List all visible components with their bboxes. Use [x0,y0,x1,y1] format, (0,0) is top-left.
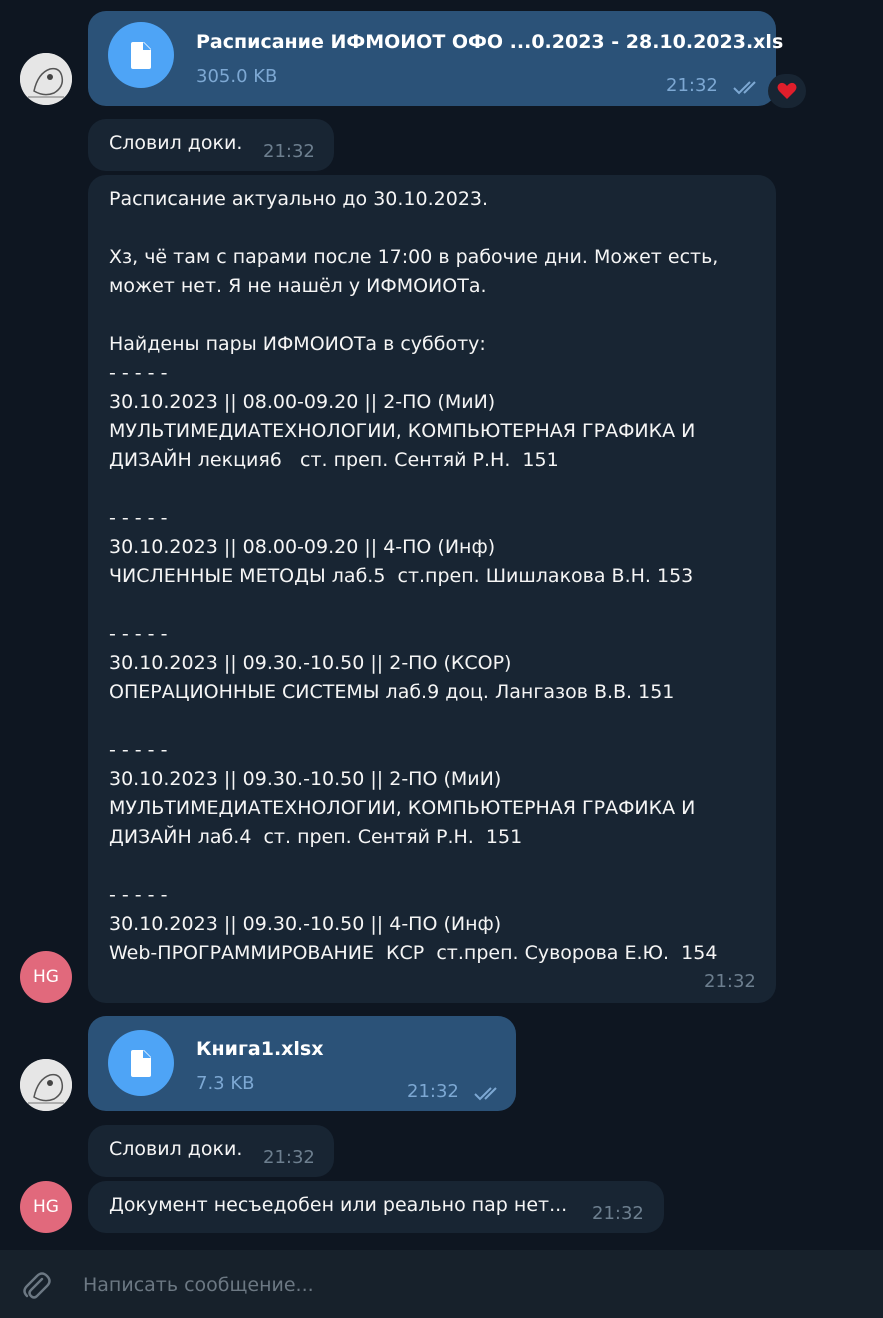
message-time: 21:32 [704,971,756,992]
message-text: Расписание актуально до 30.10.2023. Хз, … [109,188,719,964]
message-time: 21:32 [407,1081,459,1102]
message-input-bar: Написать сообщение... [0,1250,883,1318]
text-message[interactable]: Расписание актуально до 30.10.2023. Хз, … [88,175,776,1003]
file-size: 305.0 KB [196,66,278,87]
heart-icon [777,82,797,99]
file-message[interactable]: Расписание ИФМОИОТ ОФО ...0.2023 - 28.10… [88,11,783,106]
file-name[interactable]: Расписание ИФМОИОТ ОФО ...0.2023 - 28.10… [196,31,783,53]
reaction-badge[interactable] [768,74,806,108]
message-time: 21:32 [666,75,718,96]
message-input[interactable]: Написать сообщение... [83,1274,314,1296]
file-name[interactable]: Книга1.xlsx [196,1038,324,1060]
user-avatar[interactable] [20,53,72,105]
avatar-hg[interactable]: HG [20,951,72,1003]
file-size: 7.3 KB [196,1073,255,1094]
double-check-icon [474,1087,497,1101]
document-icon[interactable] [108,1030,174,1096]
message-text: Словил доки. [109,132,243,154]
chat-history: Расписание ИФМОИОТ ОФО ...0.2023 - 28.10… [0,0,883,1250]
message-time: 21:32 [263,141,315,162]
user-avatar[interactable] [20,1059,72,1111]
text-message[interactable]: Документ несъедобен или реально пар нет.… [88,1181,664,1233]
message-time: 21:32 [263,1147,315,1168]
text-message[interactable]: Словил доки. 21:32 [88,1125,334,1177]
message-text: Документ несъедобен или реально пар нет.… [109,1194,568,1216]
document-icon[interactable] [108,22,174,88]
text-message[interactable]: Словил доки. 21:32 [88,119,334,171]
avatar-hg[interactable]: HG [20,1181,72,1233]
message-text: Словил доки. [109,1138,243,1160]
avatar-sketch-icon [20,1059,72,1111]
file-message[interactable]: Книга1.xlsx 7.3 KB 21:32 [88,1016,516,1111]
message-time: 21:32 [592,1203,644,1224]
avatar-sketch-icon [20,53,72,105]
double-check-icon [733,81,756,95]
paperclip-icon[interactable] [20,1270,52,1302]
